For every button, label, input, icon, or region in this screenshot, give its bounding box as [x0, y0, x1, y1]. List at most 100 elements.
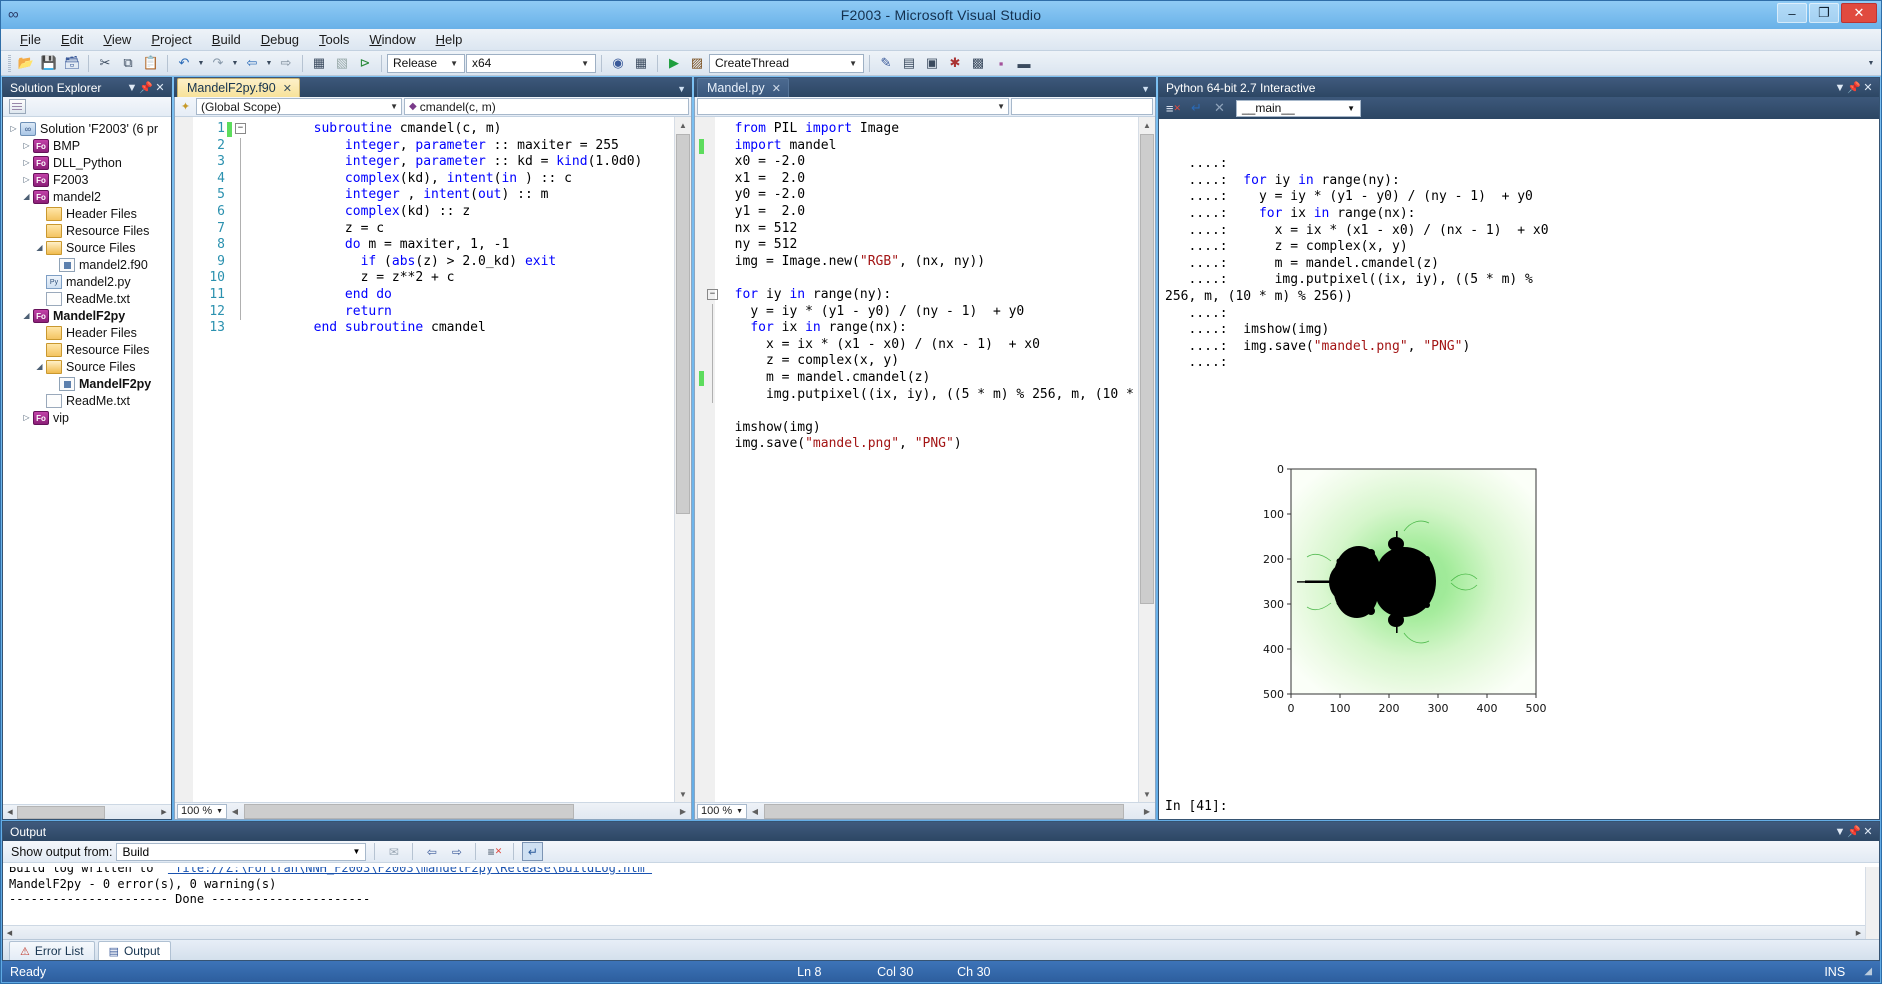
tree-item[interactable]: ▷ Fo vip	[3, 409, 171, 426]
expand-icon[interactable]: ▷	[7, 124, 20, 133]
tree-item[interactable]: ▷ Fo BMP	[3, 137, 171, 154]
scroll-down-icon[interactable]: ▼	[1139, 786, 1155, 802]
output-tab-output[interactable]: ▤ Output	[97, 941, 171, 960]
new-query-icon[interactable]: ✎	[875, 53, 897, 74]
python-hscroll-track[interactable]	[764, 803, 1138, 819]
python-member-combo[interactable]	[1011, 98, 1153, 115]
tree-item[interactable]: ▷Py mandel2.py	[3, 273, 171, 290]
tree-item[interactable]: ▷ Resource Files	[3, 341, 171, 358]
code-line[interactable]: for ix in range(nx):	[695, 320, 1138, 337]
code-line[interactable]: img.putpixel((ix, iy), ((5 * m) % 256, m…	[695, 386, 1138, 404]
python-code-area[interactable]: from PIL import Image import mandel x0 =…	[695, 117, 1138, 802]
pin-icon[interactable]: 📌	[139, 81, 153, 94]
solution-explorer-icon[interactable]: ▣	[921, 53, 943, 74]
tree-item[interactable]: ▷ Resource Files	[3, 222, 171, 239]
reset-interpreter-icon[interactable]: ≡ ✕	[1164, 99, 1183, 117]
fortran-zoom-combo[interactable]: 100 % ▼	[177, 803, 227, 819]
code-line[interactable]: 10 z = z**2 + c	[175, 270, 674, 287]
vscroll-thumb[interactable]	[676, 134, 690, 514]
navigate-backward-dropdown-icon[interactable]: ▼	[264, 53, 274, 74]
comment-selection-icon[interactable]: ▧	[331, 53, 353, 74]
expand-icon[interactable]: ▷	[33, 277, 46, 286]
tree-item[interactable]: ▷ mandel2.f90	[3, 256, 171, 273]
tab-mandel-py[interactable]: Mandel.py ✕	[697, 78, 789, 97]
close-icon[interactable]: ✕	[1861, 81, 1875, 94]
fortran-scope-combo[interactable]: (Global Scope) ▼	[196, 98, 402, 115]
navigate-backward-icon[interactable]: ⇦	[241, 53, 263, 74]
output-vscrollbar[interactable]	[1865, 867, 1879, 939]
scroll-up-icon[interactable]: ▲	[1139, 117, 1155, 133]
redo-icon[interactable]: ↷	[207, 53, 229, 74]
fortran-member-combo[interactable]: ◆ cmandel(c, m)	[404, 98, 689, 115]
close-button[interactable]: ✕	[1841, 3, 1877, 23]
python-interactive-output[interactable]: ....: ....: for iy in range(ny): ....: y…	[1159, 119, 1879, 819]
target-combo[interactable]: CreateThread ▼	[709, 53, 864, 73]
code-line[interactable]: y1 = 2.0	[695, 204, 1138, 221]
error-list-icon[interactable]: ▬	[1013, 53, 1035, 74]
window-list-icon[interactable]: ▤	[898, 53, 920, 74]
scroll-right-icon[interactable]: ▶	[157, 808, 171, 816]
toolbar-overflow-icon[interactable]: ▼	[1865, 53, 1877, 74]
output-text[interactable]: Build log written to "file://Z:\Fortran\…	[3, 867, 1865, 922]
code-line[interactable]: 3 integer, parameter :: kd = kind(1.0d0)	[175, 154, 674, 171]
navigate-forward-icon[interactable]: ⇨	[275, 53, 297, 74]
scroll-left-icon[interactable]: ◀	[747, 807, 763, 816]
code-line[interactable]: 2 integer, parameter :: maxiter = 255	[175, 137, 674, 155]
code-line[interactable]: 13 end subroutine cmandel	[175, 320, 674, 337]
configuration-combo[interactable]: Release ▼	[387, 53, 465, 73]
python-scope-selector[interactable]: __main__ ▼	[1236, 99, 1361, 117]
paste-icon[interactable]: 📋	[140, 53, 162, 74]
tree-item[interactable]: ▷ Fo DLL_Python	[3, 154, 171, 171]
menu-project[interactable]: Project	[142, 30, 200, 49]
collapse-icon[interactable]: ◢	[33, 362, 46, 371]
hscroll-thumb[interactable]	[17, 805, 105, 819]
code-line[interactable]: x1 = 2.0	[695, 171, 1138, 188]
pin-icon[interactable]: 📌	[1847, 825, 1861, 838]
code-line[interactable]: 4 complex(kd), intent(in ) :: c	[175, 170, 674, 188]
tree-item[interactable]: ◢ Source Files	[3, 358, 171, 375]
solution-tree[interactable]: ▷ ∞ Solution 'F2003' (6 pr ▷ Fo BMP ▷ Fo DLL_Pyt…	[3, 117, 171, 426]
close-icon[interactable]: ✕	[1861, 825, 1875, 838]
expand-icon[interactable]: ▷	[20, 413, 33, 422]
fortran-vscrollbar[interactable]: ▲ ▼	[674, 117, 691, 802]
scroll-right-icon[interactable]: ▶	[675, 807, 691, 816]
code-line[interactable]: imshow(img)	[695, 420, 1138, 437]
code-line[interactable]: 12 return	[175, 303, 674, 321]
pin-icon[interactable]: 📌	[1847, 81, 1861, 94]
menu-edit[interactable]: Edit	[52, 30, 92, 49]
code-line[interactable]	[695, 270, 1138, 287]
tree-item[interactable]: ◢ Fo mandel2	[3, 188, 171, 205]
scroll-left-icon[interactable]: ◀	[3, 808, 17, 816]
close-icon[interactable]: ✕	[153, 81, 167, 94]
output-tab-error-list[interactable]: ⚠ Error List	[9, 941, 95, 960]
code-line[interactable]: 6 complex(kd) :: z	[175, 203, 674, 221]
menu-file[interactable]: File	[11, 30, 50, 49]
collapse-region-icon[interactable]: −	[235, 123, 246, 134]
code-line[interactable]: ny = 512	[695, 237, 1138, 254]
scroll-right-icon[interactable]: ▶	[1852, 929, 1865, 937]
menu-window[interactable]: Window	[360, 30, 424, 49]
build-solution-icon[interactable]: ◉	[607, 53, 629, 74]
chevron-down-icon[interactable]: ▼	[1833, 826, 1847, 838]
expand-icon[interactable]: ▷	[46, 260, 59, 269]
find-message-icon[interactable]: ✉	[383, 842, 404, 861]
vscroll-thumb[interactable]	[1140, 134, 1154, 604]
resize-grip-icon[interactable]: ◢	[1864, 966, 1872, 977]
toolbar-grip[interactable]	[8, 54, 11, 72]
toggle-word-wrap-icon[interactable]: ↵	[522, 842, 544, 861]
tree-item[interactable]: ▷ Header Files	[3, 205, 171, 222]
python-zoom-combo[interactable]: 100 % ▼	[697, 803, 747, 819]
tree-item[interactable]: ◢ Fo MandelF2py	[3, 307, 171, 324]
step-icon[interactable]: ⊳	[354, 53, 376, 74]
chevron-down-icon[interactable]: ▼	[1833, 82, 1847, 94]
close-icon[interactable]: ✕	[772, 82, 781, 95]
expand-icon[interactable]: ▷	[33, 396, 46, 405]
save-icon[interactable]: 💾	[38, 53, 60, 74]
expand-icon[interactable]: ▷	[46, 379, 59, 388]
code-line[interactable]: import mandel	[695, 138, 1138, 155]
code-line[interactable]	[695, 403, 1138, 420]
expand-icon[interactable]: ▷	[20, 141, 33, 150]
tree-item[interactable]: ▷ ReadMe.txt	[3, 392, 171, 409]
fortran-code-area[interactable]: 1− subroutine cmandel(c, m) 2 integer, pa…	[175, 117, 674, 802]
expand-icon[interactable]: ▷	[20, 175, 33, 184]
